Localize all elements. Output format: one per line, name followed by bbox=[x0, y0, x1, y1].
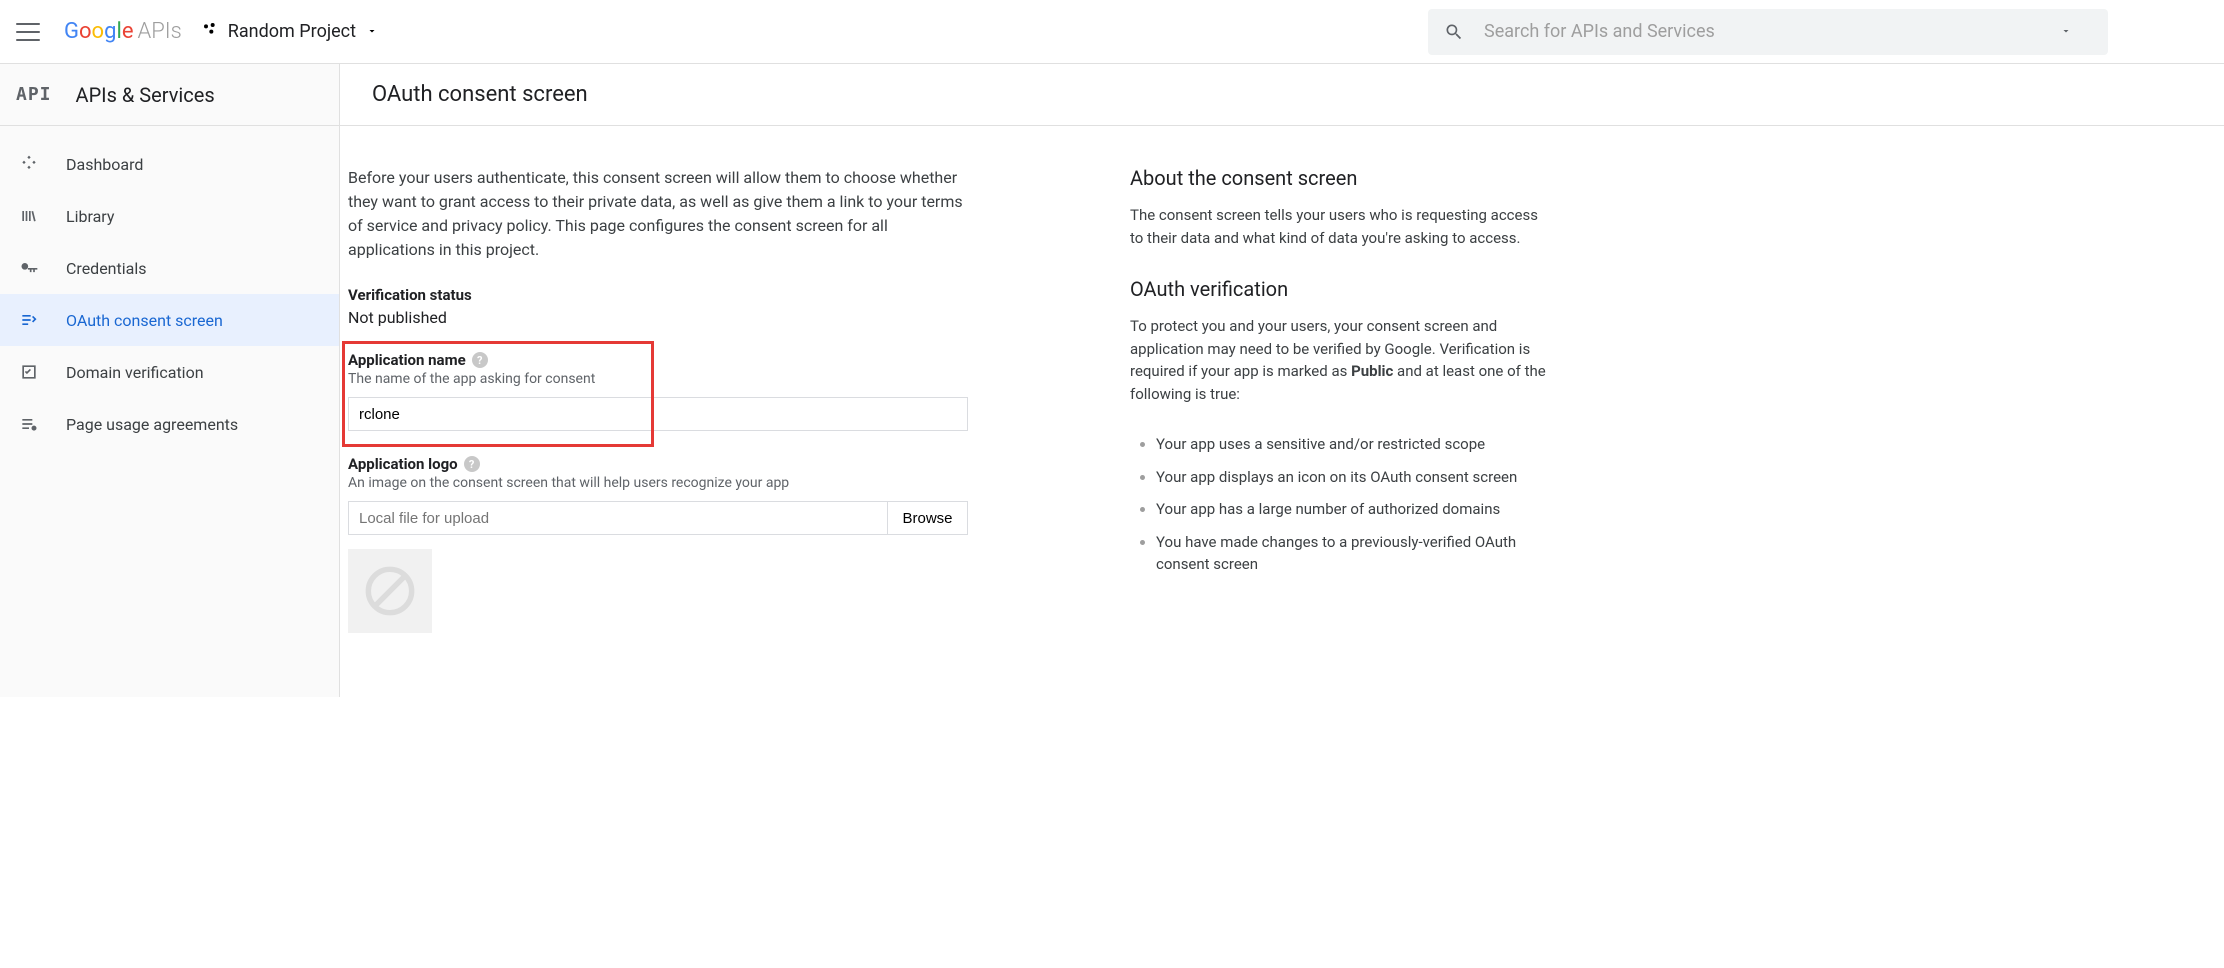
sidebar-item-page-usage-agreements[interactable]: Page usage agreements bbox=[0, 398, 339, 450]
about-consent-body: The consent screen tells your users who … bbox=[1130, 204, 1550, 249]
google-apis-logo[interactable]: Google APIs bbox=[64, 19, 182, 44]
sidebar-item-domain-verification[interactable]: Domain verification bbox=[0, 346, 339, 398]
agreements-icon bbox=[18, 413, 40, 435]
sidebar-item-oauth-consent[interactable]: OAuth consent screen bbox=[0, 294, 339, 346]
oauth-bullet: You have made changes to a previously-ve… bbox=[1156, 531, 1550, 576]
app-logo-label: Application logo bbox=[348, 455, 458, 473]
dashboard-icon bbox=[18, 153, 40, 175]
search-dropdown-icon[interactable] bbox=[2060, 22, 2092, 41]
library-icon bbox=[18, 205, 40, 227]
about-consent-title: About the consent screen bbox=[1130, 166, 1550, 190]
page-title: OAuth consent screen bbox=[340, 64, 2224, 125]
oauth-bullet: Your app displays an icon on its OAuth c… bbox=[1156, 466, 1550, 489]
key-icon bbox=[18, 257, 40, 279]
sidebar-item-label: Dashboard bbox=[66, 155, 143, 174]
sidebar-item-label: Page usage agreements bbox=[66, 415, 238, 434]
api-logo: API bbox=[16, 84, 52, 105]
intro-text: Before your users authenticate, this con… bbox=[348, 166, 968, 262]
project-name: Random Project bbox=[228, 21, 356, 42]
menu-icon[interactable] bbox=[16, 20, 40, 44]
sidebar-item-label: Credentials bbox=[66, 259, 147, 278]
oauth-verification-body: To protect you and your users, your cons… bbox=[1130, 315, 1550, 405]
sidebar-item-label: OAuth consent screen bbox=[66, 311, 223, 330]
oauth-verification-title: OAuth verification bbox=[1130, 277, 1550, 301]
consent-icon bbox=[18, 309, 40, 331]
sidebar-item-label: Library bbox=[66, 207, 114, 226]
search-box[interactable]: Search for APIs and Services bbox=[1428, 9, 2108, 55]
oauth-bullet: Your app has a large number of authorize… bbox=[1156, 498, 1550, 521]
sidebar-item-library[interactable]: Library bbox=[0, 190, 339, 242]
search-placeholder: Search for APIs and Services bbox=[1484, 21, 2060, 42]
sidebar-item-label: Domain verification bbox=[66, 363, 204, 382]
sidebar: Dashboard Library Credentials OAuth cons… bbox=[0, 126, 340, 697]
sidebar-item-dashboard[interactable]: Dashboard bbox=[0, 138, 339, 190]
help-icon[interactable]: ? bbox=[472, 352, 488, 368]
help-icon[interactable]: ? bbox=[464, 456, 480, 472]
oauth-bullet: Your app uses a sensitive and/or restric… bbox=[1156, 433, 1550, 456]
apis-label: APIs bbox=[137, 19, 181, 44]
search-icon bbox=[1444, 22, 1464, 42]
sidebar-item-credentials[interactable]: Credentials bbox=[0, 242, 339, 294]
app-name-help: The name of the app asking for consent bbox=[348, 371, 1040, 387]
no-image-icon bbox=[364, 565, 416, 617]
app-logo-help: An image on the consent screen that will… bbox=[348, 475, 1040, 491]
app-name-label: Application name bbox=[348, 351, 466, 369]
check-icon bbox=[18, 361, 40, 383]
app-logo-file-input[interactable] bbox=[348, 501, 888, 535]
project-switcher[interactable]: Random Project bbox=[202, 21, 378, 42]
logo-preview-placeholder bbox=[348, 549, 432, 633]
verification-status-value: Not published bbox=[348, 308, 1040, 327]
caret-down-icon bbox=[366, 21, 378, 42]
app-name-input[interactable] bbox=[348, 397, 968, 431]
section-title: APIs & Services bbox=[76, 83, 215, 107]
project-icon bbox=[202, 21, 218, 42]
browse-button[interactable]: Browse bbox=[888, 501, 968, 535]
verification-status-label: Verification status bbox=[348, 286, 1040, 304]
